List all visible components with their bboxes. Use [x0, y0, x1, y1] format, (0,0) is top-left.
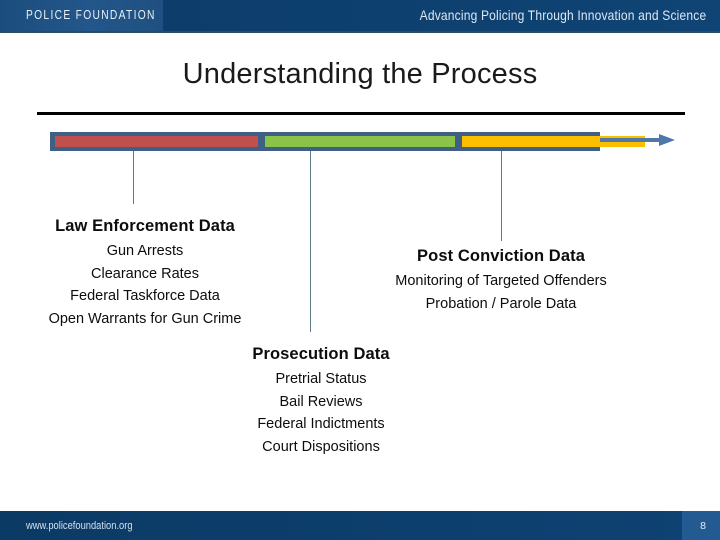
header-underline	[0, 31, 720, 33]
process-arrow-shaft	[600, 138, 662, 142]
block-heading: Prosecution Data	[252, 345, 390, 363]
block-item: Bail Reviews	[279, 393, 363, 410]
connector-line-law-enforcement	[133, 151, 134, 204]
block-heading: Law Enforcement Data	[55, 217, 235, 235]
slide: POLICE FOUNDATION Advancing Policing Thr…	[0, 0, 720, 540]
process-segment-prosecution	[265, 136, 455, 147]
block-item: Pretrial Status	[275, 371, 367, 387]
connector-line-post-conviction	[501, 151, 502, 241]
police-foundation-logo-text: POLICE FOUNDATION	[26, 8, 156, 22]
process-arrow-head-icon	[659, 134, 675, 146]
block-prosecution-data: Prosecution Data Pretrial Status Bail Re…	[180, 345, 462, 458]
block-heading: Post Conviction Data	[417, 247, 585, 265]
page-title: Understanding the Process	[182, 58, 538, 90]
slide-footer-banner: www.policefoundation.org 8	[0, 511, 720, 540]
process-segment-law-enforcement	[55, 136, 258, 147]
footer-page-number-box: 8	[682, 511, 720, 540]
footer-website-url[interactable]: www.policefoundation.org	[26, 520, 133, 532]
block-law-enforcement-data: Law Enforcement Data Gun Arrests Clearan…	[0, 217, 290, 330]
block-item: Federal Indictments	[257, 416, 385, 432]
footer-page-number: 8	[700, 520, 706, 532]
block-item: Open Warrants for Gun Crime	[48, 310, 242, 327]
header-tagline: Advancing Policing Through Innovation an…	[419, 7, 706, 23]
block-item: Court Dispositions	[262, 438, 380, 455]
block-post-conviction-data: Post Conviction Data Monitoring of Targe…	[355, 247, 647, 315]
block-item: Probation / Parole Data	[425, 295, 577, 312]
process-bar	[50, 132, 645, 151]
block-item: Clearance Rates	[91, 265, 199, 282]
connector-line-prosecution	[310, 151, 311, 332]
title-divider	[37, 112, 685, 115]
block-item: Gun Arrests	[106, 243, 184, 259]
block-item: Monitoring of Targeted Offenders	[395, 273, 607, 289]
police-foundation-logo-box: POLICE FOUNDATION	[0, 0, 163, 31]
block-item: Federal Taskforce Data	[70, 288, 220, 304]
slide-header-banner: POLICE FOUNDATION Advancing Policing Thr…	[0, 0, 720, 31]
